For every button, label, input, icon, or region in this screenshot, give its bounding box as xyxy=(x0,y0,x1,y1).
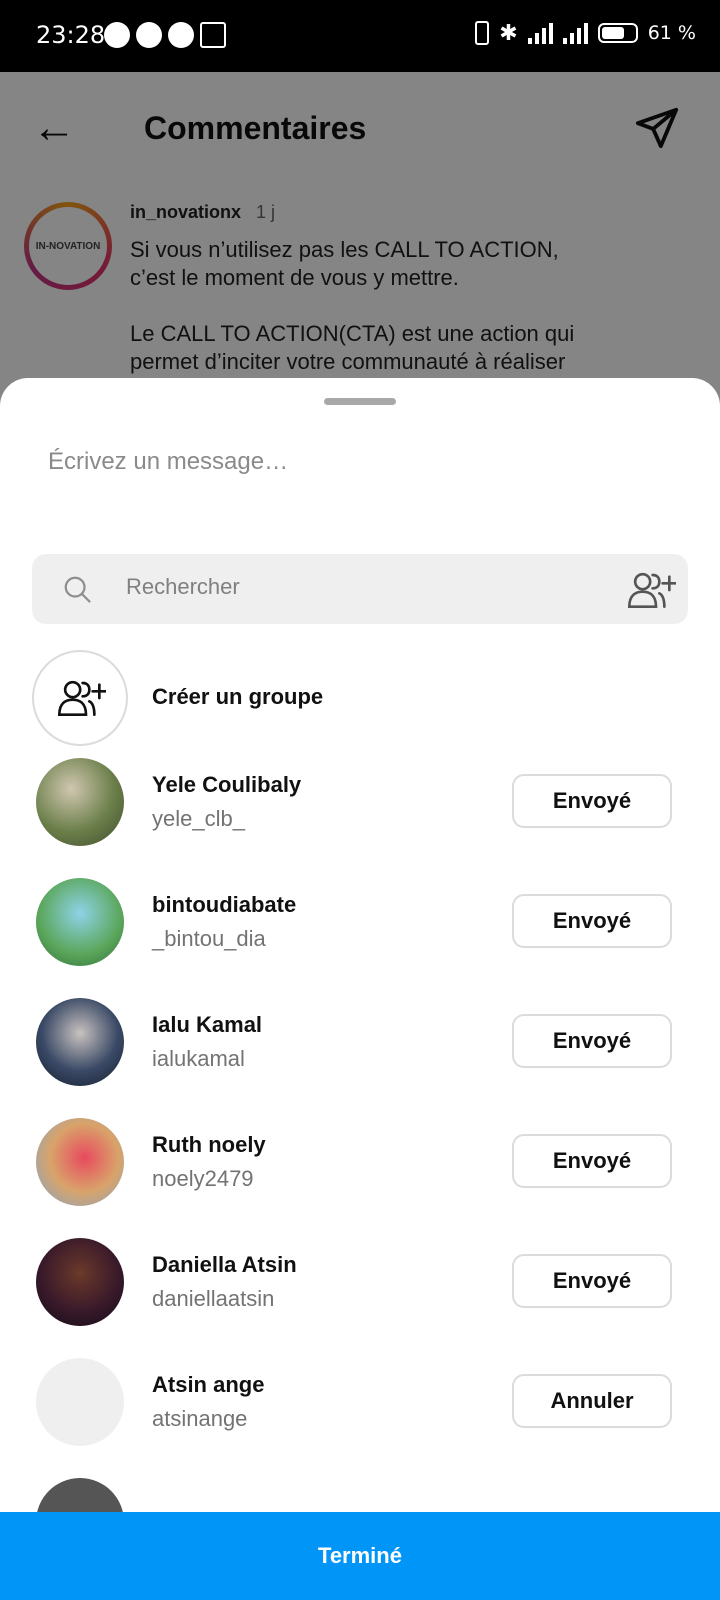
contact-row[interactable]: Daniella Atsin daniellaatsin Envoyé xyxy=(36,1238,688,1326)
tiktok-icon xyxy=(104,22,130,48)
system-status: ✱ 61 % xyxy=(475,20,696,46)
group-icon-circle xyxy=(32,650,128,746)
add-people-icon[interactable] xyxy=(626,570,676,610)
status-time: 23:28 xyxy=(36,21,106,49)
chat-icon xyxy=(136,22,162,48)
contact-name: Atsin ange xyxy=(152,1372,265,1397)
contact-row[interactable]: Ruth noely noely2479 Envoyé xyxy=(36,1118,688,1206)
sent-button[interactable]: Envoyé xyxy=(512,1134,672,1188)
battery-icon xyxy=(597,23,638,43)
cancel-button[interactable]: Annuler xyxy=(512,1374,672,1428)
avatar[interactable] xyxy=(36,998,124,1086)
contact-row[interactable]: bintoudiabate _bintou_dia Envoyé xyxy=(36,878,688,966)
search-bar[interactable] xyxy=(32,554,688,624)
drag-handle[interactable] xyxy=(324,398,396,405)
bluetooth-icon: ✱ xyxy=(499,20,518,45)
contact-username: noely2479 xyxy=(152,1166,254,1191)
sent-button[interactable]: Envoyé xyxy=(512,1254,672,1308)
sent-button[interactable]: Envoyé xyxy=(512,894,672,948)
avatar[interactable] xyxy=(36,1358,124,1446)
avatar[interactable] xyxy=(36,1118,124,1206)
avatar[interactable] xyxy=(36,1238,124,1326)
whatsapp-icon xyxy=(168,22,194,48)
sent-button[interactable]: Envoyé xyxy=(512,1014,672,1068)
sent-button[interactable]: Envoyé xyxy=(512,774,672,828)
contact-name: Yele Coulibaly xyxy=(152,772,302,797)
search-icon xyxy=(64,576,91,603)
contact-name: Ialu Kamal xyxy=(152,1012,263,1037)
avatar[interactable] xyxy=(36,758,124,846)
contact-name: Ruth noely xyxy=(152,1132,266,1157)
signal-icon xyxy=(527,22,553,44)
create-group-label: Créer un groupe xyxy=(152,684,324,709)
share-sheet: Créer un groupe Yele Coulibaly yele_clb_… xyxy=(0,378,720,1600)
contact-username: _bintou_dia xyxy=(152,926,266,951)
contact-username: ialukamal xyxy=(152,1046,245,1071)
vibrate-icon xyxy=(475,21,490,45)
contact-name: bintoudiabate xyxy=(152,892,297,917)
contact-username: yele_clb_ xyxy=(152,806,245,831)
notification-icons xyxy=(104,22,226,48)
contact-username: daniellaatsin xyxy=(152,1286,275,1311)
create-group-row[interactable]: Créer un groupe xyxy=(32,650,688,746)
contact-row[interactable]: Atsin ange atsinange Annuler xyxy=(36,1358,688,1446)
search-input[interactable] xyxy=(126,574,566,600)
contact-username: atsinange xyxy=(152,1406,248,1431)
battery-percent: 61 % xyxy=(647,22,696,44)
contact-name: Daniella Atsin xyxy=(152,1252,297,1277)
contact-row[interactable]: Yele Coulibaly yele_clb_ Envoyé xyxy=(36,758,688,846)
image-icon xyxy=(200,22,226,48)
contact-row[interactable]: Ialu Kamal ialukamal Envoyé xyxy=(36,998,688,1086)
avatar[interactable] xyxy=(36,878,124,966)
status-bar: 23:28 ✱ 61 % xyxy=(0,0,720,72)
done-button[interactable]: Terminé xyxy=(0,1512,720,1600)
signal-icon-2 xyxy=(562,22,588,44)
add-group-icon xyxy=(57,680,106,716)
message-input[interactable] xyxy=(48,448,668,476)
